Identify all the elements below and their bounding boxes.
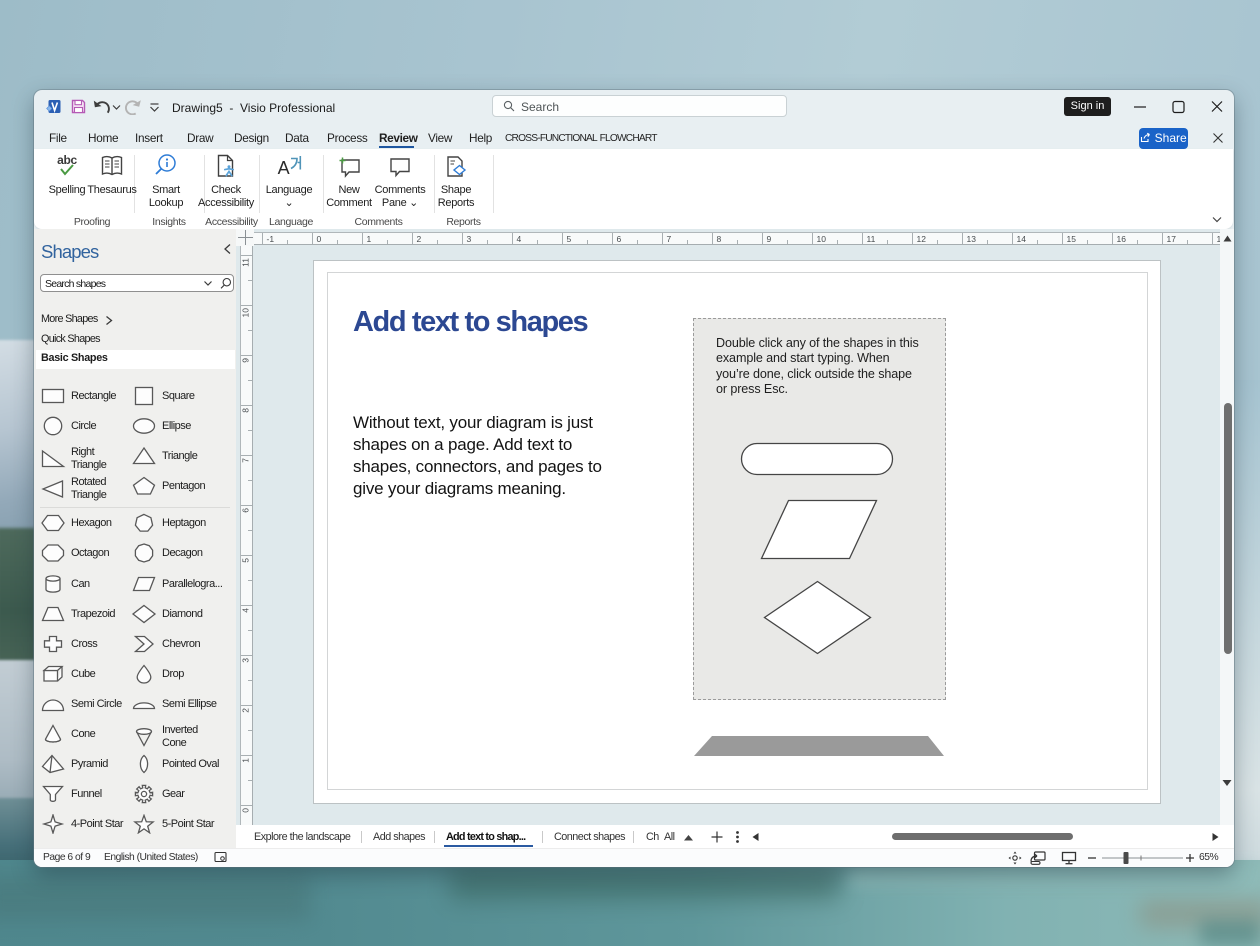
svg-text:0: 0 [241,808,251,813]
svg-text:10: 10 [241,308,251,318]
svg-text:A: A [278,158,290,178]
svg-text:0: 0 [317,234,322,244]
svg-text:5: 5 [241,558,251,563]
svg-text:6: 6 [241,508,251,513]
svg-text:6: 6 [617,234,622,244]
svg-text:10: 10 [817,234,827,244]
svg-text:4: 4 [517,234,522,244]
svg-text:8: 8 [241,408,251,413]
svg-text:15: 15 [1067,234,1077,244]
svg-text:7: 7 [667,234,672,244]
svg-text:2: 2 [241,708,251,713]
svg-text:16: 16 [1117,234,1127,244]
svg-text:4: 4 [241,608,251,613]
svg-text:11: 11 [867,234,876,244]
svg-text:1: 1 [367,234,372,244]
svg-text:1: 1 [241,758,251,763]
svg-text:-1: -1 [267,234,275,244]
svg-text:7: 7 [241,458,251,463]
svg-text:9: 9 [241,358,251,363]
svg-text:9: 9 [767,234,772,244]
svg-text:14: 14 [1017,234,1027,244]
svg-text:3: 3 [467,234,472,244]
svg-text:8: 8 [717,234,722,244]
svg-text:17: 17 [1167,234,1177,244]
svg-text:5: 5 [567,234,572,244]
svg-text:11: 11 [241,258,251,267]
svg-text:13: 13 [967,234,977,244]
svg-text:12: 12 [917,234,927,244]
svg-text:2: 2 [417,234,422,244]
svg-text:3: 3 [241,658,251,663]
